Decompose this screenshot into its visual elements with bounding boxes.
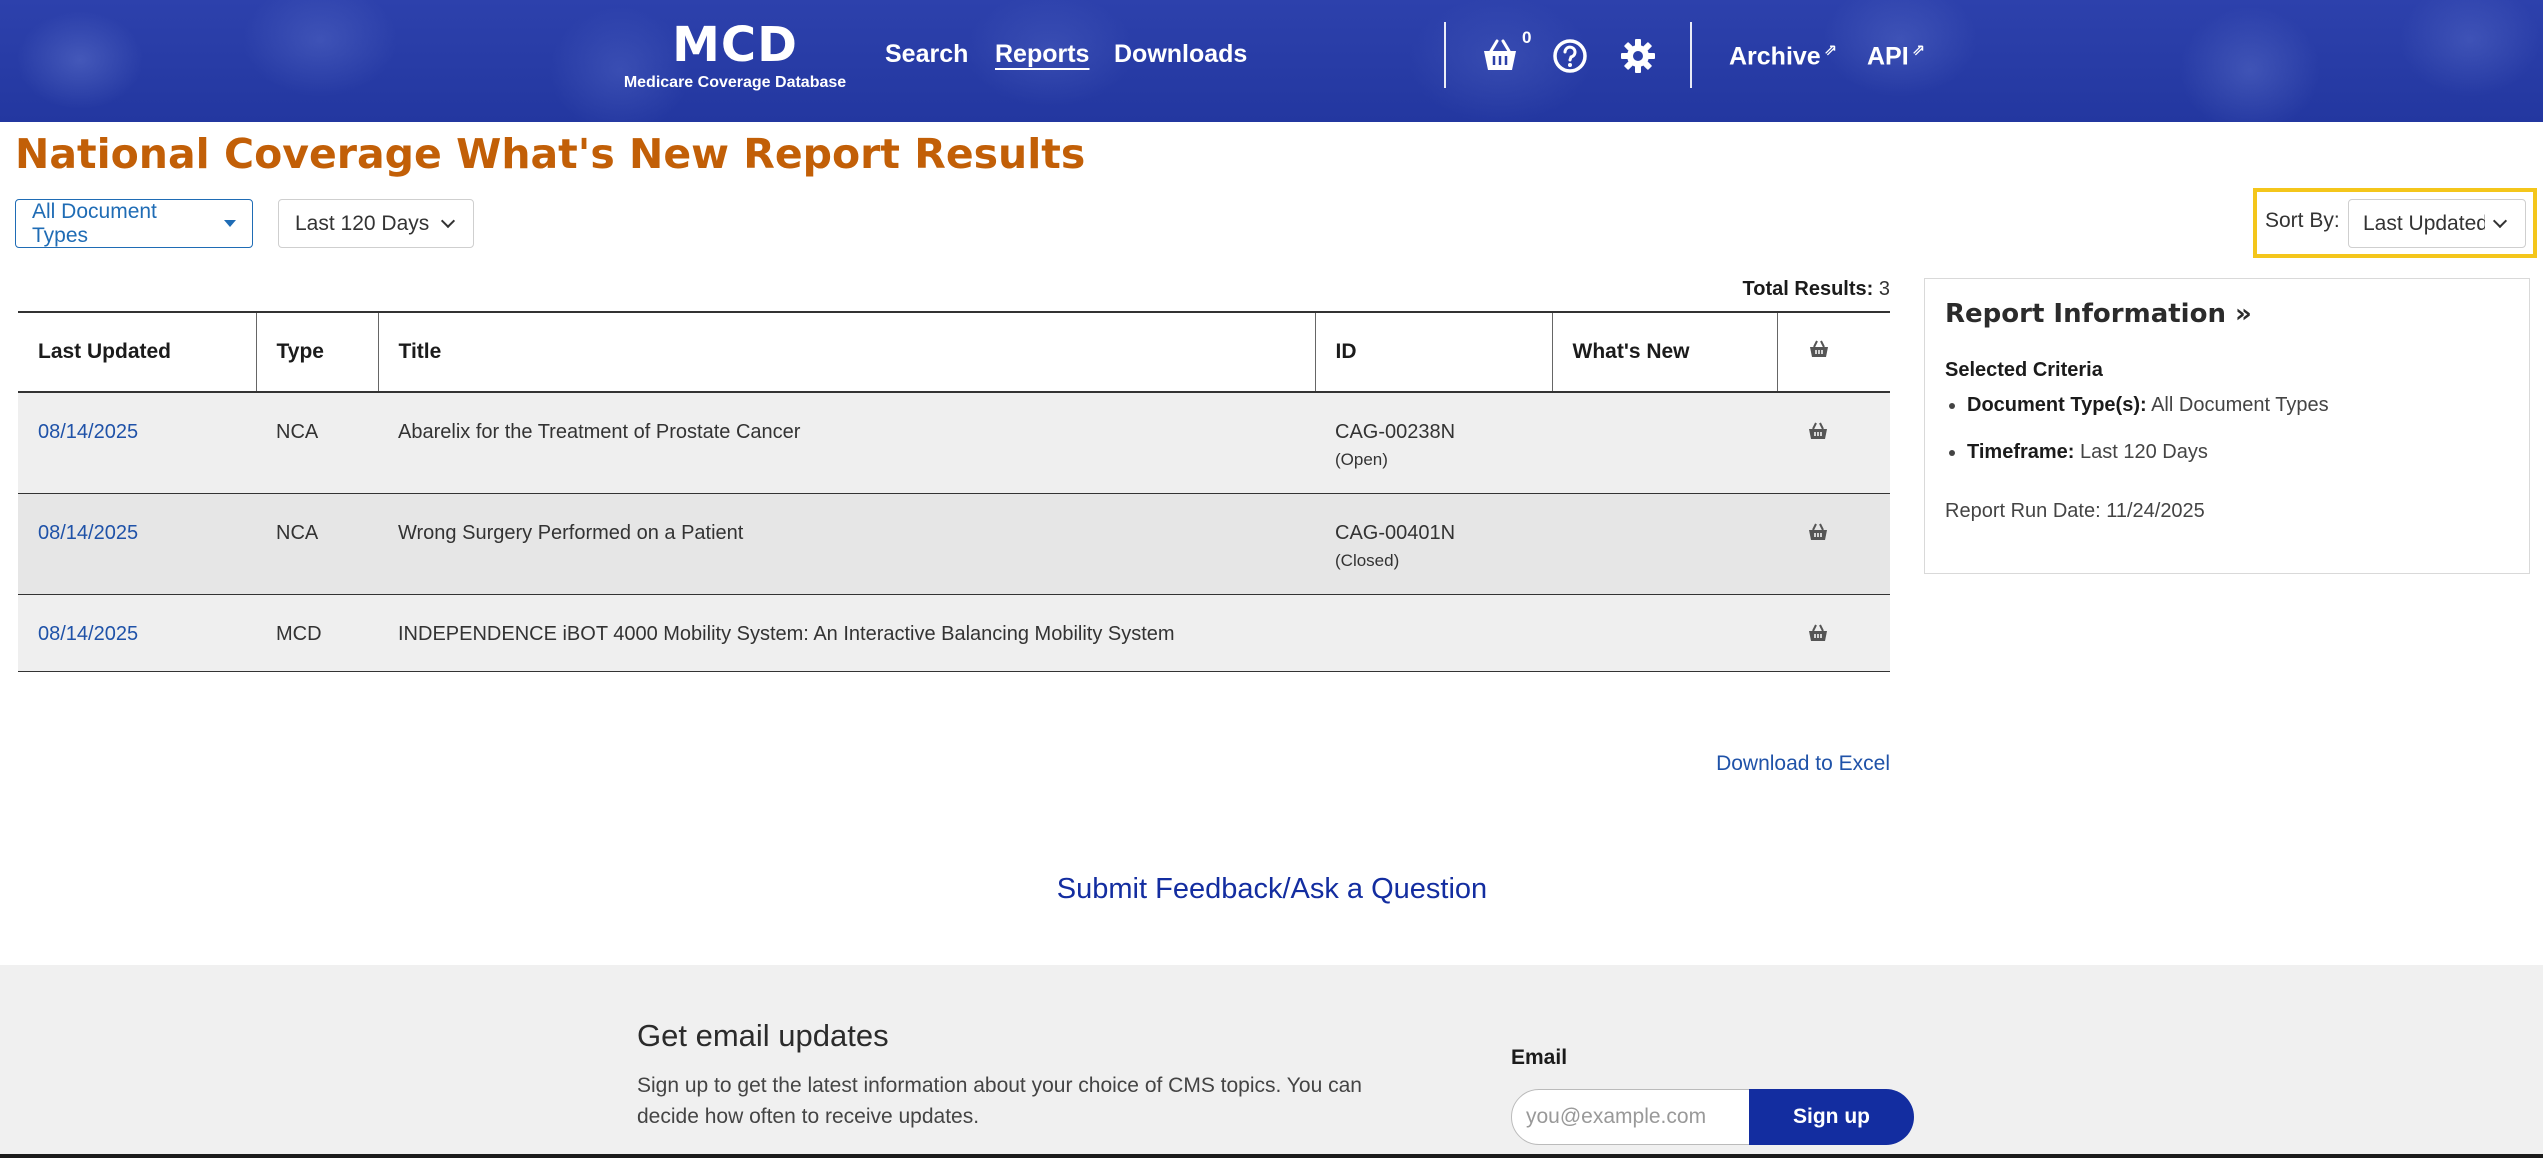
cell-type: NCA (256, 493, 378, 595)
download-excel-link[interactable]: Download to Excel (1660, 752, 1890, 776)
col-title[interactable]: Title (378, 311, 1316, 393)
email-label: Email (1511, 1046, 1568, 1069)
chevron-down-icon (441, 213, 456, 228)
date-link[interactable]: 08/14/2025 (38, 421, 138, 443)
nav-search[interactable]: Search (885, 40, 968, 69)
criteria-doc-types-value: All Document Types (2151, 394, 2329, 416)
nav-divider-2 (1690, 22, 1692, 88)
gear-icon[interactable] (1618, 36, 1658, 76)
cell-whats-new (1552, 594, 1777, 672)
criteria-doc-types-label: Document Type(s): (1967, 394, 2147, 416)
nav-downloads[interactable]: Downloads (1114, 40, 1247, 69)
timeframe-label: Last 120 Days (295, 211, 430, 235)
table-row: 08/14/2025 MCD INDEPENDENCE iBOT 4000 Mo… (18, 594, 1890, 672)
site-header: MCD Medicare Coverage Database Search Re… (0, 0, 2543, 122)
nav-reports[interactable]: Reports (995, 40, 1089, 69)
chevron-down-icon (2492, 213, 2508, 228)
col-type[interactable]: Type (256, 311, 379, 393)
cart-count: 0 (1522, 28, 1532, 47)
table-row: 08/14/2025 NCA Wrong Surgery Performed o… (18, 493, 1890, 595)
criteria-timeframe: Timeframe: Last 120 Days (1967, 441, 2509, 464)
col-whats-new[interactable]: What's New (1552, 311, 1778, 393)
cell-title: Abarelix for the Treatment of Prostate C… (378, 392, 1315, 494)
date-link[interactable]: 08/14/2025 (38, 522, 138, 544)
col-cart (1777, 311, 1890, 393)
add-to-cart-icon[interactable] (1807, 421, 1829, 441)
nav-archive[interactable]: Archive ⇗ (1729, 40, 1837, 71)
total-results-label: Total Results: (1742, 278, 1874, 300)
report-run-date: Report Run Date: 11/24/2025 (1945, 500, 2205, 522)
cell-cart (1777, 392, 1890, 494)
total-results: Total Results: 3 (1650, 278, 1890, 301)
criteria-doc-types: Document Type(s): All Document Types (1967, 394, 2509, 417)
help-icon[interactable] (1550, 36, 1590, 76)
basket-icon (1809, 340, 1828, 357)
report-info-heading[interactable]: Report Information » (1945, 299, 2509, 329)
signup-button[interactable]: Sign up (1749, 1089, 1914, 1145)
header-background (0, 0, 2543, 122)
cell-type: NCA (256, 392, 378, 494)
col-last-updated[interactable]: Last Updated (18, 311, 257, 393)
sort-by-select[interactable]: Last Updated (2348, 199, 2526, 248)
id-value: CAG-00238N (1335, 421, 1456, 443)
document-types-label: All Document Types (32, 199, 157, 247)
sort-by-value: Last Updated (2363, 211, 2485, 235)
add-to-cart-icon[interactable] (1807, 623, 1829, 643)
cell-cart (1777, 594, 1890, 672)
sort-by-label: Sort By: (2265, 209, 2340, 232)
id-value: CAG-00401N (1335, 521, 1456, 544)
cell-title: INDEPENDENCE iBOT 4000 Mobility System: … (378, 594, 1315, 672)
table-header-row: Last Updated Type Title ID What's New (18, 311, 1890, 393)
page-title: National Coverage What's New Report Resu… (15, 130, 1086, 178)
criteria-timeframe-value: Last 120 Days (2080, 441, 2208, 463)
id-status: (Closed) (1335, 550, 1400, 570)
nav-api-label: API (1867, 42, 1909, 71)
document-types-dropdown[interactable]: All Document Types (15, 199, 253, 248)
nav-api[interactable]: API ⇗ (1867, 40, 1925, 71)
email-updates-description: Sign up to get the latest information ab… (637, 1074, 1362, 1128)
caret-down-icon (224, 220, 236, 227)
add-to-cart-icon[interactable] (1807, 522, 1829, 542)
cell-whats-new (1552, 392, 1777, 494)
criteria-timeframe-label: Timeframe: (1967, 441, 2075, 463)
cart-icon[interactable] (1480, 36, 1520, 76)
email-updates-title: Get email updates (637, 1018, 889, 1053)
cell-id (1315, 594, 1552, 672)
table-row: 08/14/2025 NCA Abarelix for the Treatmen… (18, 392, 1890, 494)
cell-id: CAG-00238N (Open) (1315, 392, 1552, 494)
total-results-value: 3 (1878, 278, 1890, 300)
external-link-icon: ⇗ (1823, 42, 1838, 59)
nav-divider (1444, 22, 1446, 88)
feedback-link[interactable]: Submit Feedback/Ask a Question (900, 873, 1644, 906)
cell-whats-new (1552, 493, 1777, 595)
cell-cart (1777, 493, 1890, 595)
logo-subtitle: Medicare Coverage Database (623, 74, 847, 91)
cell-date: 08/14/2025 (18, 392, 256, 494)
mcd-logo[interactable]: MCD Medicare Coverage Database (620, 18, 850, 92)
report-information-panel: Report Information » Selected Criteria D… (1924, 278, 2530, 574)
external-link-icon: ⇗ (1911, 42, 1926, 59)
col-id[interactable]: ID (1315, 311, 1553, 393)
results-table: Last Updated Type Title ID What's New 08… (18, 311, 1890, 672)
footer-bottom-bar (0, 1154, 2543, 1158)
selected-criteria-heading: Selected Criteria (1945, 359, 2103, 381)
criteria-list: Document Type(s): All Document Types Tim… (1967, 394, 2509, 464)
cell-id: CAG-00401N (Closed) (1315, 493, 1552, 595)
cell-type: MCD (256, 594, 378, 672)
date-link[interactable]: 08/14/2025 (38, 623, 138, 645)
cell-title: Wrong Surgery Performed on a Patient (378, 493, 1315, 595)
logo-text: MCD (672, 17, 798, 73)
cell-date: 08/14/2025 (18, 594, 256, 672)
nav-archive-label: Archive (1729, 42, 1821, 71)
timeframe-select[interactable]: Last 120 Days (278, 199, 474, 248)
id-status: (Open) (1335, 450, 1388, 469)
cell-date: 08/14/2025 (18, 493, 256, 595)
email-input[interactable] (1511, 1089, 1751, 1145)
